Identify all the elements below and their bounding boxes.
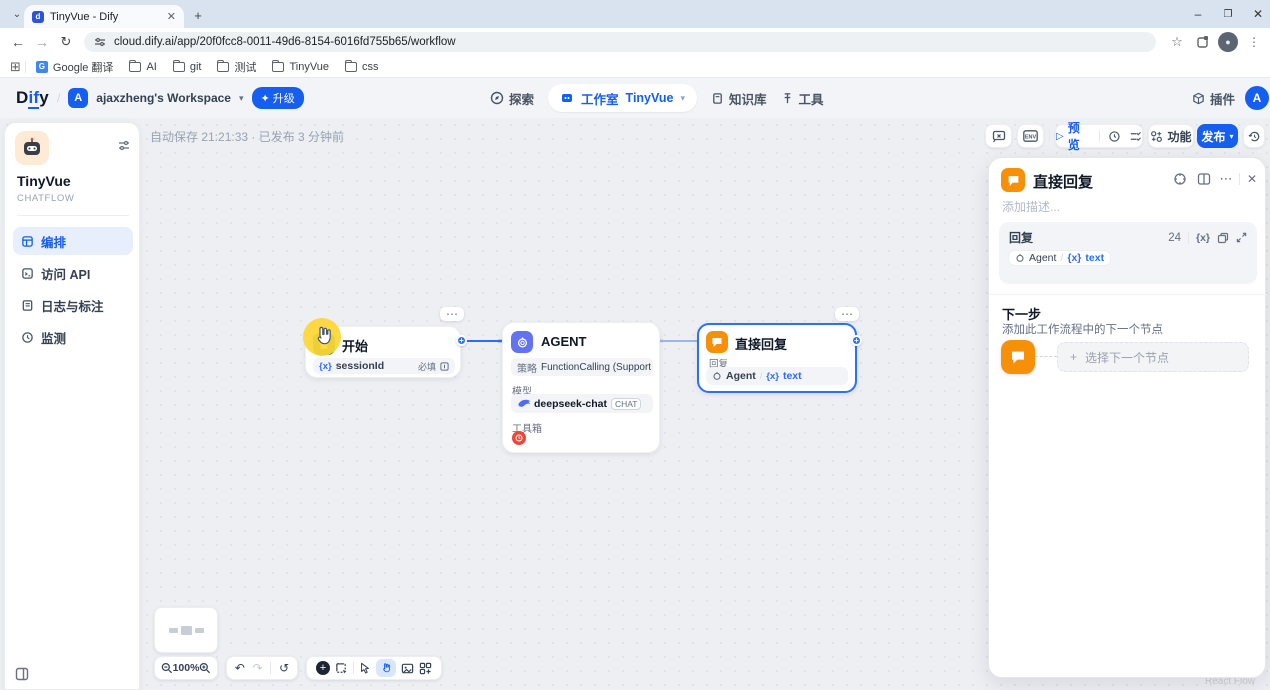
variable-chip[interactable]: Agent / {x} text: [1009, 251, 1110, 265]
minimap-node: [195, 628, 204, 633]
panel-close-icon[interactable]: ✕: [1243, 170, 1261, 188]
version-history-button[interactable]: [1243, 124, 1265, 148]
reply-label: 回复: [1009, 229, 1033, 246]
deepseek-icon: [517, 397, 530, 410]
export-image-icon[interactable]: [401, 662, 414, 675]
expand-icon[interactable]: [1236, 232, 1247, 243]
conversation-variables-button[interactable]: [985, 124, 1012, 148]
hand-mode-button[interactable]: [376, 659, 396, 677]
split-view-icon[interactable]: [1197, 172, 1211, 186]
agent-tool-icon[interactable]: [512, 431, 526, 445]
features-button[interactable]: 功能: [1148, 124, 1194, 148]
next-step-source-icon: [1001, 340, 1035, 374]
divider: [1049, 130, 1050, 142]
canvas-tools: +: [306, 656, 442, 680]
next-step-desc: 添加此工作流程中的下一个节点: [1002, 321, 1163, 337]
char-count: 24: [1168, 232, 1181, 244]
svg-text:ENV: ENV: [1025, 135, 1037, 141]
agent-model-row[interactable]: deepseek-chat CHAT: [511, 394, 653, 413]
agent-node-icon: [511, 331, 533, 353]
features-icon: [1150, 130, 1163, 143]
divider: [1188, 232, 1189, 244]
hand-cursor-icon: [312, 324, 334, 348]
answer-node-more-button[interactable]: ⋯: [835, 307, 859, 321]
answer-var-row[interactable]: Agent / {x} text: [706, 367, 848, 385]
publish-button[interactable]: 发布▾: [1197, 124, 1238, 148]
env-variables-icon: ENV: [1023, 130, 1038, 142]
node-config-panel: 直接回复 ⋯ ✕ 添加描述... 回复 24 {x} Agent: [988, 157, 1266, 678]
description-placeholder[interactable]: 添加描述...: [1002, 198, 1060, 215]
agent-ref-icon: [1015, 253, 1025, 263]
divider: [989, 294, 1267, 295]
panel-node-icon: [1001, 168, 1025, 192]
hand-mode-icon: [380, 662, 392, 674]
divider: [1239, 173, 1240, 185]
zoom-in-icon[interactable]: [199, 662, 211, 674]
pointer-mode-icon[interactable]: [359, 662, 371, 674]
start-var-row[interactable]: {x} sessionId 必填: [313, 358, 455, 374]
panel-title[interactable]: 直接回复: [1033, 171, 1093, 192]
model-type-badge: CHAT: [611, 398, 642, 410]
zoom-level[interactable]: 100%: [173, 662, 200, 674]
preview-group: ▷预览: [1055, 124, 1143, 148]
divider: [270, 662, 271, 674]
app-root: ⌄ d TinyVue - Dify ✕ + – ❐ ✕ ← → ↻ cloud…: [0, 0, 1270, 690]
plus-icon: +: [1070, 350, 1077, 364]
variable-icon: {x}: [319, 361, 332, 372]
zoom-out-icon[interactable]: [161, 662, 173, 674]
divider: [353, 662, 354, 674]
minimap[interactable]: [154, 607, 218, 653]
text-input-icon: [440, 362, 449, 371]
history-controls: ↶ ↷ ↺: [226, 656, 298, 680]
start-node-title: 开始: [342, 336, 368, 355]
agent-ref-icon: [712, 371, 722, 381]
preview-button[interactable]: ▷预览: [1056, 119, 1091, 153]
minimap-node: [169, 628, 178, 633]
start-node-output-port[interactable]: +: [456, 335, 467, 346]
conversation-variables-icon: [992, 129, 1006, 143]
add-node-icon[interactable]: +: [316, 661, 330, 675]
insert-variable-icon[interactable]: {x}: [1196, 232, 1210, 244]
checklist-icon[interactable]: [1129, 130, 1142, 143]
start-node-more-button[interactable]: ⋯: [440, 307, 464, 321]
undo-icon[interactable]: ↶: [235, 661, 245, 675]
zoom-controls: 100%: [154, 656, 218, 680]
organize-nodes-icon[interactable]: [419, 662, 432, 675]
agent-strategy-row[interactable]: 策略 FunctionCalling (Support M...: [511, 358, 653, 376]
select-next-node-button[interactable]: + 选择下一个节点: [1057, 342, 1249, 372]
agent-node-title: AGENT: [541, 334, 587, 349]
publish-chevron-icon: ▾: [1230, 132, 1234, 141]
history-icon: [1248, 130, 1261, 143]
next-step-connector: [1035, 356, 1057, 357]
answer-node-output-port[interactable]: +: [851, 335, 862, 346]
run-history-icon[interactable]: [1108, 130, 1121, 143]
add-note-icon[interactable]: [335, 662, 348, 675]
panel-more-icon[interactable]: ⋯: [1217, 170, 1235, 188]
redo-icon[interactable]: ↷: [253, 661, 263, 675]
change-history-icon[interactable]: ↺: [279, 661, 289, 675]
env-variables-button[interactable]: ENV: [1017, 124, 1044, 148]
divider: [1099, 130, 1100, 142]
focus-node-icon[interactable]: [1173, 172, 1187, 186]
node-answer[interactable]: 直接回复 回复 Agent / {x} text: [697, 323, 857, 393]
copy-icon[interactable]: [1217, 232, 1229, 244]
reply-editor-card[interactable]: 回复 24 {x} Agent / {x} text: [999, 222, 1257, 284]
answer-node-title: 直接回复: [735, 334, 787, 353]
play-icon: ▷: [1056, 131, 1064, 142]
answer-node-icon: [706, 331, 728, 353]
minimap-node: [181, 626, 192, 635]
node-agent[interactable]: AGENT 策略 FunctionCalling (Support M... 模…: [502, 322, 660, 453]
